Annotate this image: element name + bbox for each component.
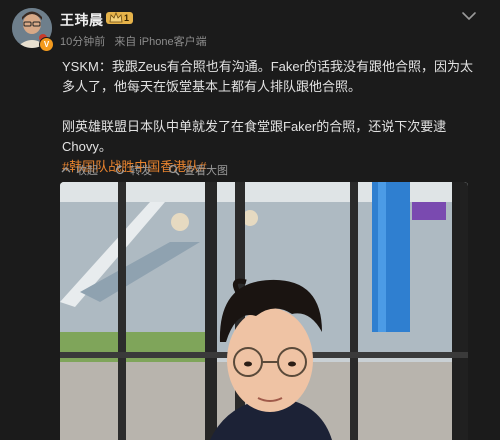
post-meta: 10分钟前 来自 iPhone客户端 [60,33,213,49]
author-name[interactable]: 王玮晨 [60,10,104,30]
post-source: 来自 iPhone客户端 [114,36,207,48]
level-value: 1 [124,13,130,23]
photo-illustration [60,182,468,440]
post-time: 10分钟前 [60,36,106,48]
post-paragraph-2: 刚英雄联盟日本队中单就发了在食堂跟Faker的合照，还说下次要逮Chovy。 [62,119,447,154]
post-text: YSKM：我跟Zeus有合照也有沟通。Faker的话我没有跟他合照，因为太多人了… [62,57,482,177]
crown-icon [109,11,123,23]
view-image-button[interactable]: 查看大图 [168,160,228,180]
verified-badge: V [39,37,54,52]
image-toolbar: 收起 转发 查看大图 [60,160,228,180]
collect-button[interactable]: 收起 [60,160,98,180]
weibo-post: V 王玮晨 1 10分钟前 来自 iPhone客户端 YSKM：我跟Zeus有合… [0,0,500,440]
post-paragraph-1: YSKM：我跟Zeus有合照也有沟通。Faker的话我没有跟他合照，因为太多人了… [62,59,473,94]
view-image-label: 查看大图 [184,165,228,177]
zoom-icon [168,164,180,176]
collect-label: 收起 [76,165,98,177]
more-icon[interactable] [458,10,480,22]
rotate-icon [115,164,125,175]
collapse-icon [61,167,71,173]
post-image[interactable] [60,182,468,440]
rotate-label: 转发 [130,165,152,177]
rotate-button[interactable]: 转发 [114,160,152,180]
